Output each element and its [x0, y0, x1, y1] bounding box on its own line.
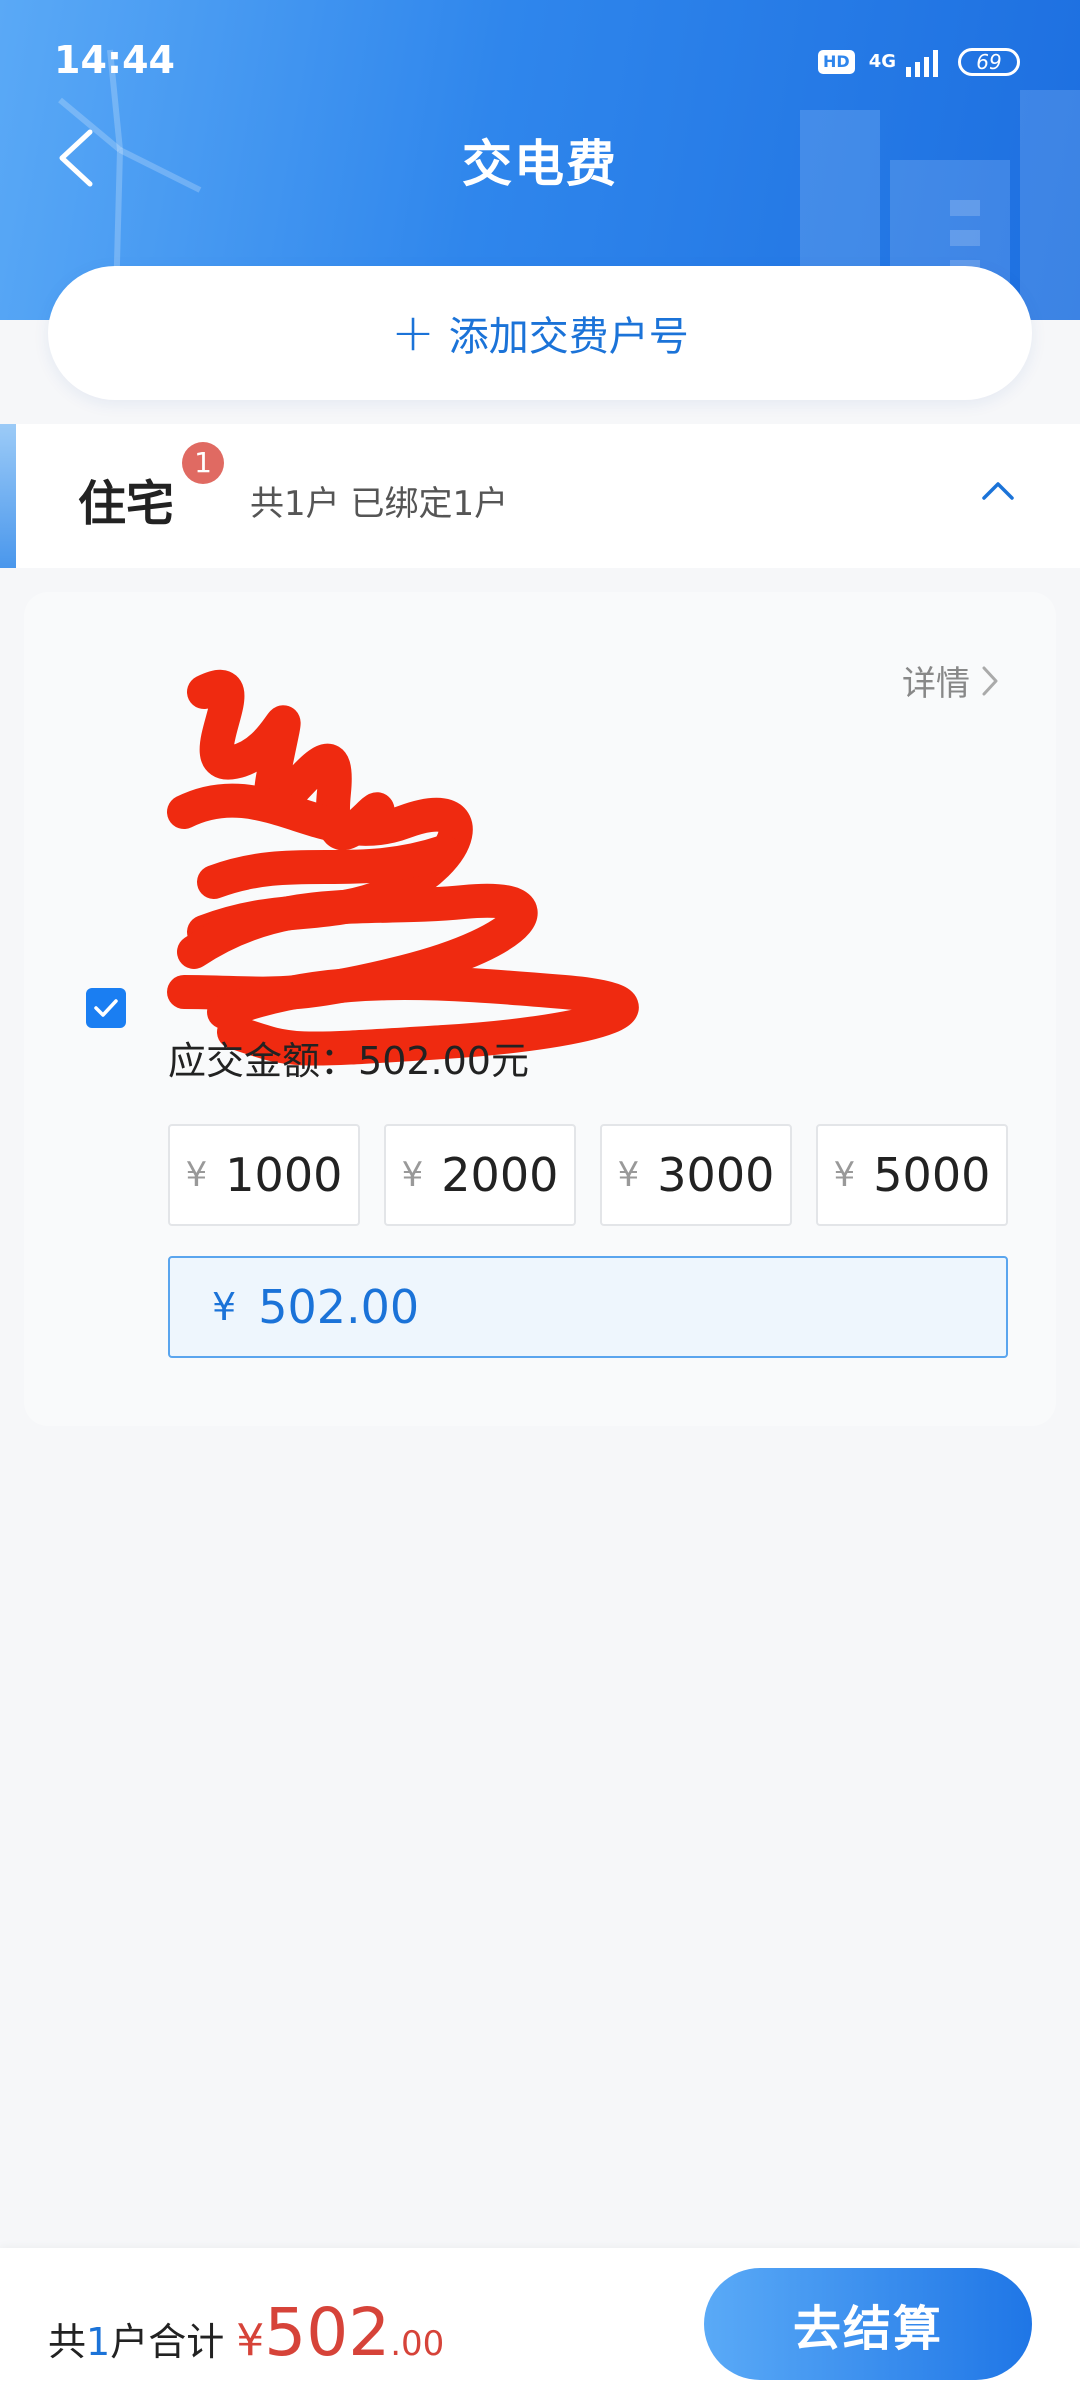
yen-sign: ¥: [212, 1285, 237, 1329]
plus-icon: +: [391, 303, 435, 363]
total-suffix: 户合计: [110, 2320, 225, 2364]
add-account-button[interactable]: + 添加交费户号: [48, 266, 1032, 400]
checkout-bar: 共 1 户合计 ¥502.00 去结算: [0, 2248, 1080, 2400]
amount-due-value: 502.00元: [358, 1039, 529, 1083]
amount-due-label: 应交金额：: [168, 1039, 359, 1083]
total-amount-decimal: .00: [390, 2324, 445, 2364]
account-checkbox[interactable]: [86, 988, 126, 1028]
quick-amount-2000[interactable]: ¥ 2000: [384, 1124, 576, 1226]
chevron-up-icon[interactable]: [980, 478, 1016, 502]
total-summary: 共 1 户合计 ¥502.00: [48, 2294, 444, 2371]
account-count: 1: [86, 2320, 111, 2364]
yen-sign: ¥: [185, 1155, 208, 1195]
quick-amount-1000[interactable]: ¥ 1000: [168, 1124, 360, 1226]
quick-amount-value: 5000: [873, 1148, 991, 1202]
quick-amount-value: 3000: [657, 1148, 775, 1202]
checkout-button[interactable]: 去结算: [704, 2268, 1032, 2380]
total-amount-integer: 502: [264, 2294, 391, 2371]
category-summary: 共1户 已绑定1户: [250, 484, 509, 524]
chevron-right-icon: [982, 666, 998, 695]
network-type: 4G: [868, 51, 896, 72]
yen-sign: ¥: [833, 1155, 856, 1195]
custom-amount-value[interactable]: 502.00: [258, 1280, 419, 1334]
quick-amount-options: ¥ 1000 ¥ 2000 ¥ 3000 ¥ 5000: [168, 1124, 1008, 1226]
custom-amount-input[interactable]: ¥ 502.00: [168, 1256, 1008, 1358]
page-title: 交电费: [462, 135, 618, 193]
total-prefix: 共: [48, 2320, 87, 2364]
category-header-residential[interactable]: 住宅 1 共1户 已绑定1户: [0, 424, 1080, 568]
account-card: 详情 应交金额：502.00元 ¥ 1000 ¥ 2000 ¥ 3000 ¥ 5…: [24, 592, 1056, 1426]
hd-icon: HD: [818, 50, 855, 74]
quick-amount-5000[interactable]: ¥ 5000: [816, 1124, 1008, 1226]
battery-icon: 69: [958, 48, 1020, 76]
details-label: 详情: [902, 664, 970, 704]
status-time: 14:44: [54, 38, 175, 82]
quick-amount-3000[interactable]: ¥ 3000: [600, 1124, 792, 1226]
add-account-label: 添加交费户号: [448, 314, 689, 360]
category-count-badge: 1: [182, 442, 224, 484]
yen-sign: ¥: [401, 1155, 424, 1195]
amount-due: 应交金额：502.00元: [168, 1030, 529, 1085]
status-icons: HD 4G 69: [818, 44, 1020, 80]
yen-sign: ¥: [617, 1155, 640, 1195]
check-icon: [94, 999, 118, 1017]
total-currency: ¥: [236, 2315, 265, 2366]
category-title: 住宅: [78, 476, 175, 532]
quick-amount-value: 2000: [441, 1148, 559, 1202]
category-accent: [0, 424, 16, 568]
quick-amount-value: 1000: [225, 1148, 343, 1202]
details-link[interactable]: 详情: [902, 656, 1000, 705]
signal-icon: [906, 50, 938, 77]
